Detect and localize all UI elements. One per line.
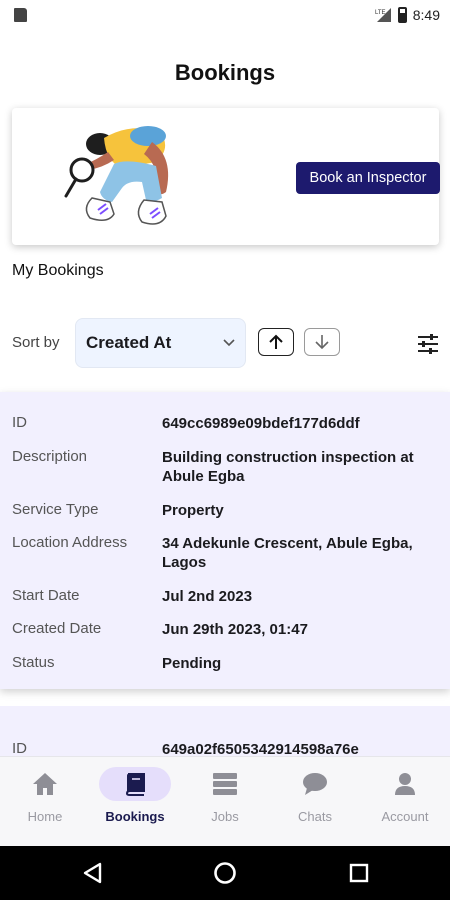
svg-text:LTE: LTE [375,10,386,16]
battery-icon [397,7,407,23]
home-circle-icon [214,862,236,884]
back-button[interactable] [80,860,106,886]
sort-label: Sort by [12,334,60,351]
book-inspector-button[interactable]: Book an Inspector [296,162,440,194]
nav-label-chats: Chats [298,809,332,824]
booking-start-date: Jul 2nd 2023 [162,588,253,605]
sort-selected-value: Created At [86,333,172,352]
booking-id: 649cc6989e09bdef177d6ddf [162,415,360,432]
back-triangle-icon [83,862,102,884]
status-time: 8:49 [412,7,440,23]
service-type-label: Service Type [12,501,99,518]
sort-ascending-button[interactable] [258,328,294,356]
booking-id: 649a02f6505342914598a76e [162,741,359,756]
booking-service-type: Property [162,502,224,519]
filter-button[interactable] [414,330,442,358]
chevron-down-icon [223,339,235,347]
sort-descending-button[interactable] [304,328,340,356]
inspector-illustration [64,126,169,225]
inspector-banner: Book an Inspector [12,108,440,245]
created-date-label: Created Date [12,620,102,637]
description-label: Description [12,448,88,465]
jobs-icon [213,773,237,795]
my-bookings-heading: My Bookings [12,262,104,279]
sliders-icon [418,334,438,354]
booking-description: Building construction inspection at Abul… [162,449,414,485]
booking-status: Pending [162,655,222,672]
recents-square-icon [349,863,369,883]
nav-label-bookings: Bookings [105,809,165,824]
account-icon [395,773,415,795]
location-label: Location Address [12,534,128,551]
nav-label-account: Account [381,809,429,824]
booking-card[interactable]: ID 649a02f6505342914598a76e [0,706,450,756]
nav-label-home: Home [27,809,63,824]
nav-label-jobs: Jobs [211,809,239,824]
chat-icon [303,773,327,795]
arrow-down-icon [315,335,329,350]
bottom-navigation: Home Bookings Jobs Chats Account [0,756,450,846]
booking-location: 34 Adekunle Crescent, Abule Egba, Lagos [162,535,413,571]
id-label: ID [12,740,27,756]
status-label: Status [12,654,55,671]
start-date-label: Start Date [12,587,80,604]
nav-item-account[interactable]: Account [360,767,450,839]
page-title: Bookings [174,60,276,85]
book-icon [125,773,145,796]
system-navigation-bar [0,846,450,900]
home-icon [33,773,57,795]
signal-icon: LTE [375,8,391,22]
nav-item-chats[interactable]: Chats [270,767,360,839]
booking-created-date: Jun 29th 2023, 01:47 [162,621,308,638]
sort-select[interactable]: Created At [75,318,246,368]
nav-item-home[interactable]: Home [0,767,90,839]
booking-card[interactable]: ID 649cc6989e09bdef177d6ddf Description … [0,392,450,689]
nav-item-bookings[interactable]: Bookings [90,767,180,839]
id-label: ID [12,414,27,431]
recents-button[interactable] [346,860,372,886]
nav-item-jobs[interactable]: Jobs [180,767,270,839]
home-system-button[interactable] [212,860,238,886]
sd-card-icon [14,8,27,22]
arrow-up-icon [269,334,283,349]
status-bar: LTE 8:49 [0,0,450,30]
